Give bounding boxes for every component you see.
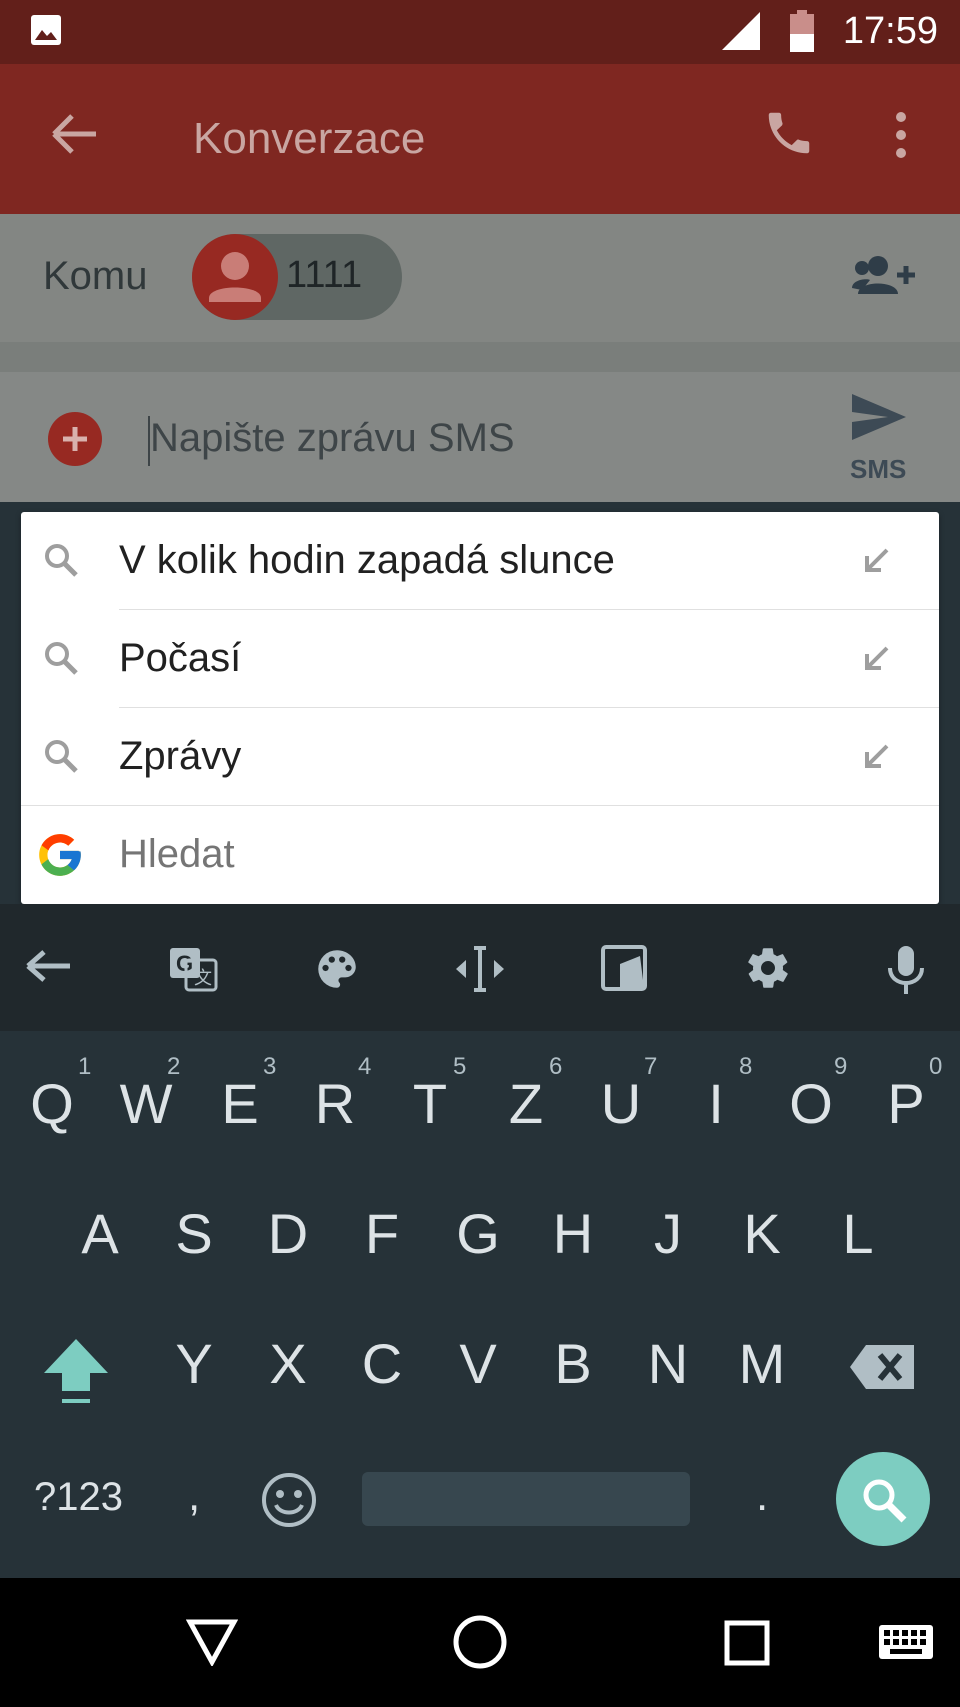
phone-icon[interactable] (762, 106, 816, 160)
key-hint: 9 (834, 1053, 848, 1080)
key-hint: 4 (358, 1053, 372, 1080)
google-logo-icon (35, 830, 85, 880)
overflow-menu-icon[interactable] (890, 110, 912, 160)
key-hint: 8 (739, 1053, 753, 1080)
search-icon (43, 738, 79, 774)
send-icon[interactable] (850, 392, 908, 442)
recipient-chip[interactable]: 1111 (192, 234, 402, 320)
signal-icon (722, 12, 760, 50)
period-key[interactable]: . (756, 1471, 768, 1521)
key-hint: 1 (78, 1053, 92, 1080)
keyboard: Q 1 W 2 E 3 R 4 T 5 Z 6 U 7 I 8 O 9 P 0 … (0, 1031, 960, 1578)
app-bar: Konverzace (0, 64, 960, 214)
send-sms-label[interactable]: SMS (850, 454, 906, 485)
one-handed-icon[interactable] (600, 944, 648, 992)
key-k[interactable]: K (714, 1201, 810, 1266)
key-hint: 2 (167, 1053, 181, 1080)
translate-icon[interactable]: G文 (168, 944, 218, 994)
navigation-bar (0, 1578, 960, 1707)
recipient-row: Komu 1111 (0, 214, 960, 342)
microphone-icon[interactable] (886, 944, 926, 996)
key-n[interactable]: N (620, 1331, 716, 1396)
add-contact-icon[interactable] (852, 254, 918, 298)
google-search-placeholder: Hledat (119, 832, 235, 876)
emoji-key-icon[interactable] (260, 1471, 318, 1529)
settings-icon[interactable] (744, 944, 792, 992)
image-notification-icon (30, 14, 62, 46)
status-bar: 17:59 (0, 0, 960, 64)
key-j[interactable]: J (620, 1201, 716, 1266)
search-suggestions: V kolik hodin zapadá slunce Počasí Zpráv… (21, 512, 939, 904)
google-search-row[interactable]: Hledat (21, 806, 939, 904)
page-title: Konverzace (193, 114, 426, 163)
svg-text:文: 文 (194, 968, 212, 988)
status-time: 17:59 (842, 10, 938, 52)
key-hint: 5 (453, 1053, 467, 1080)
home-circle-icon[interactable] (452, 1614, 508, 1670)
suggestion-text: Zprávy (119, 734, 242, 778)
key-y[interactable]: Y (146, 1331, 242, 1396)
recipient-number: 1111 (286, 254, 363, 296)
recipient-label: Komu (43, 254, 148, 298)
insert-arrow-icon[interactable] (861, 546, 891, 576)
divider (0, 342, 960, 372)
search-icon (43, 542, 79, 578)
palette-icon[interactable] (312, 944, 362, 994)
keyboard-icon[interactable] (878, 1624, 934, 1660)
suggestion-item[interactable]: V kolik hodin zapadá slunce (21, 512, 939, 610)
back-arrow-icon[interactable] (24, 944, 74, 988)
key-f[interactable]: F (334, 1201, 430, 1266)
space-key[interactable] (362, 1472, 690, 1526)
back-triangle-icon[interactable] (186, 1618, 238, 1666)
avatar (192, 234, 278, 320)
search-icon (43, 640, 79, 676)
suggestion-text: Počasí (119, 636, 242, 680)
shift-key-icon[interactable] (42, 1337, 110, 1407)
key-hint: 7 (644, 1053, 658, 1080)
key-h[interactable]: H (525, 1201, 621, 1266)
key-s[interactable]: S (146, 1201, 242, 1266)
key-hint: 3 (263, 1053, 277, 1080)
key-m[interactable]: M (714, 1331, 810, 1396)
search-icon (860, 1476, 908, 1524)
suggestion-item[interactable]: Počasí (21, 610, 939, 708)
key-g[interactable]: G (430, 1201, 526, 1266)
keyboard-toolbar: G文 (0, 904, 960, 1031)
insert-arrow-icon[interactable] (861, 742, 891, 772)
suggestion-item[interactable]: Zprávy (21, 708, 939, 806)
insert-arrow-icon[interactable] (861, 644, 891, 674)
back-arrow-icon[interactable] (50, 112, 100, 156)
backspace-key-icon[interactable] (850, 1343, 916, 1391)
message-input[interactable]: Napište zprávu SMS (150, 416, 515, 461)
suggestion-text: V kolik hodin zapadá slunce (119, 538, 615, 582)
key-l[interactable]: L (810, 1201, 906, 1266)
attach-button[interactable] (48, 412, 102, 466)
key-v[interactable]: V (430, 1331, 526, 1396)
search-key[interactable] (836, 1452, 930, 1546)
recents-square-icon[interactable] (724, 1620, 770, 1666)
compose-row: Napište zprávu SMS SMS (0, 372, 960, 502)
key-c[interactable]: C (334, 1331, 430, 1396)
key-d[interactable]: D (240, 1201, 336, 1266)
comma-key[interactable]: , (188, 1471, 200, 1521)
battery-icon (790, 10, 814, 52)
key-a[interactable]: A (52, 1201, 148, 1266)
symbols-key[interactable]: ?123 (34, 1475, 123, 1520)
key-x[interactable]: X (240, 1331, 336, 1396)
key-hint: 0 (929, 1053, 943, 1080)
key-b[interactable]: B (525, 1331, 621, 1396)
key-hint: 6 (549, 1053, 563, 1080)
text-cursor-icon[interactable] (454, 944, 506, 994)
